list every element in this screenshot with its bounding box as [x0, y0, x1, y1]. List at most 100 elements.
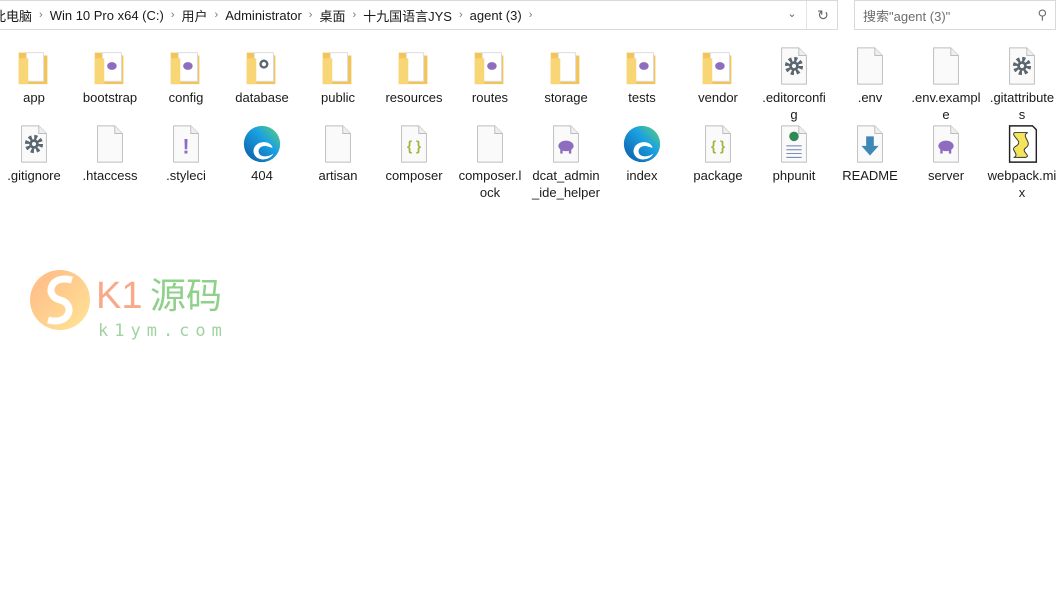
breadcrumb-item[interactable]: agent (3)	[466, 8, 526, 23]
file-label: .gitattributes	[989, 90, 1055, 122]
file-label: server	[927, 168, 965, 183]
file-label: resources	[385, 90, 443, 105]
file-item[interactable]: artisan	[300, 123, 376, 184]
file-item[interactable]: vendor	[680, 45, 756, 106]
file-item[interactable]: app	[0, 45, 72, 106]
file-item[interactable]: .env.example	[908, 45, 984, 123]
edge-icon	[241, 123, 283, 165]
gear-file-icon	[1001, 45, 1043, 87]
file-item[interactable]: webpack.mix	[984, 123, 1059, 201]
breadcrumb-item[interactable]: 此电脑	[0, 6, 36, 25]
folder-icon	[393, 45, 435, 87]
file-label: package	[693, 168, 743, 183]
search-input[interactable]: 搜索"agent (3)" ⚲	[854, 0, 1056, 30]
file-item[interactable]: index	[604, 123, 680, 184]
search-icon[interactable]: ⚲	[1037, 7, 1047, 23]
blank-file-icon	[849, 45, 891, 87]
file-label: public	[321, 90, 355, 105]
file-label: database	[235, 90, 289, 105]
php-file-icon	[545, 123, 587, 165]
file-item[interactable]: { } package	[680, 123, 756, 184]
file-item[interactable]: bootstrap	[72, 45, 148, 106]
file-item[interactable]: ! .styleci	[148, 123, 224, 184]
file-label: dcat_admin_ide_helper	[532, 168, 600, 200]
file-item[interactable]: tests	[604, 45, 680, 106]
svg-text:k1ym.com: k1ym.com	[98, 321, 228, 340]
php-file-icon	[925, 123, 967, 165]
svg-text:K1: K1	[96, 275, 142, 317]
folder-php-icon	[621, 45, 663, 87]
file-label: .editorconfig	[762, 90, 826, 122]
file-item[interactable]: .htaccess	[72, 123, 148, 184]
file-label: config	[168, 90, 204, 105]
file-label: tests	[628, 90, 656, 105]
file-label: composer	[385, 168, 443, 183]
file-item[interactable]: phpunit	[756, 123, 832, 184]
chevron-right-icon[interactable]: ›	[456, 9, 466, 21]
chevron-right-icon[interactable]: ›	[168, 9, 178, 21]
file-label: vendor	[698, 90, 738, 105]
json-file-icon: { }	[697, 123, 739, 165]
folder-php-icon	[697, 45, 739, 87]
folder-php-icon	[165, 45, 207, 87]
address-bar[interactable]: 此电脑›Win 10 Pro x64 (C:)›用户›Administrator…	[0, 0, 838, 30]
folder-php-icon	[469, 45, 511, 87]
chevron-right-icon[interactable]: ›	[526, 9, 536, 21]
chevron-right-icon[interactable]: ›	[212, 9, 222, 21]
breadcrumb-item[interactable]: Win 10 Pro x64 (C:)	[46, 8, 168, 23]
script-file-icon	[1001, 123, 1043, 165]
chevron-right-icon[interactable]: ›	[36, 9, 46, 21]
svg-text:源码: 源码	[150, 276, 222, 317]
folder-icon	[545, 45, 587, 87]
file-label: .env	[857, 90, 883, 105]
file-item[interactable]: config	[148, 45, 224, 106]
file-item[interactable]: storage	[528, 45, 604, 106]
gear-file-icon	[13, 123, 55, 165]
json-file-icon: { }	[393, 123, 435, 165]
file-item[interactable]: README	[832, 123, 908, 184]
svg-text:{ }: { }	[711, 139, 725, 154]
breadcrumb-item[interactable]: Administrator	[221, 8, 306, 23]
breadcrumb-item[interactable]: 用户	[178, 6, 212, 25]
file-label: index	[626, 168, 658, 183]
file-item[interactable]: .gitattributes	[984, 45, 1059, 123]
file-item[interactable]: .editorconfig	[756, 45, 832, 123]
breadcrumb-item[interactable]: 桌面	[315, 6, 349, 25]
file-label: .styleci	[166, 168, 206, 183]
file-item[interactable]: resources	[376, 45, 452, 106]
gear-file-icon	[773, 45, 815, 87]
file-item[interactable]: server	[908, 123, 984, 184]
yaml-file-icon: !	[165, 123, 207, 165]
file-item[interactable]: routes	[452, 45, 528, 106]
breadcrumb-item[interactable]: 十九国语言JYS	[359, 6, 456, 25]
blank-file-icon	[317, 123, 359, 165]
file-label: 404	[251, 168, 273, 183]
search-placeholder: 搜索"agent (3)"	[863, 8, 951, 24]
file-label: phpunit	[772, 168, 816, 183]
edge-icon	[621, 123, 663, 165]
file-item[interactable]: .env	[832, 45, 908, 106]
file-item[interactable]: { } composer	[376, 123, 452, 184]
file-item[interactable]: database	[224, 45, 300, 106]
file-item[interactable]: 404	[224, 123, 300, 184]
chevron-right-icon[interactable]: ›	[349, 9, 359, 21]
file-label: composer.lock	[458, 168, 522, 200]
file-item[interactable]: composer.lock	[452, 123, 528, 201]
breadcrumb: 此电脑›Win 10 Pro x64 (C:)›用户›Administrator…	[0, 6, 837, 25]
xml-file-icon	[773, 123, 815, 165]
svg-text:{ }: { }	[407, 139, 421, 154]
blank-file-icon	[469, 123, 511, 165]
chevron-down-icon[interactable]: ⌄	[784, 7, 800, 20]
svg-text:!: !	[183, 136, 190, 159]
file-label: .gitignore	[7, 168, 61, 183]
folder-icon	[317, 45, 359, 87]
chevron-right-icon[interactable]: ›	[306, 9, 316, 21]
file-item[interactable]: public	[300, 45, 376, 106]
file-item[interactable]: dcat_admin_ide_helper	[528, 123, 604, 201]
file-item[interactable]: .gitignore	[0, 123, 72, 184]
file-label: webpack.mix	[987, 168, 1057, 200]
blank-file-icon	[89, 123, 131, 165]
file-label: artisan	[318, 168, 358, 183]
refresh-icon[interactable]: ↻	[806, 1, 839, 29]
folder-gear-icon	[241, 45, 283, 87]
